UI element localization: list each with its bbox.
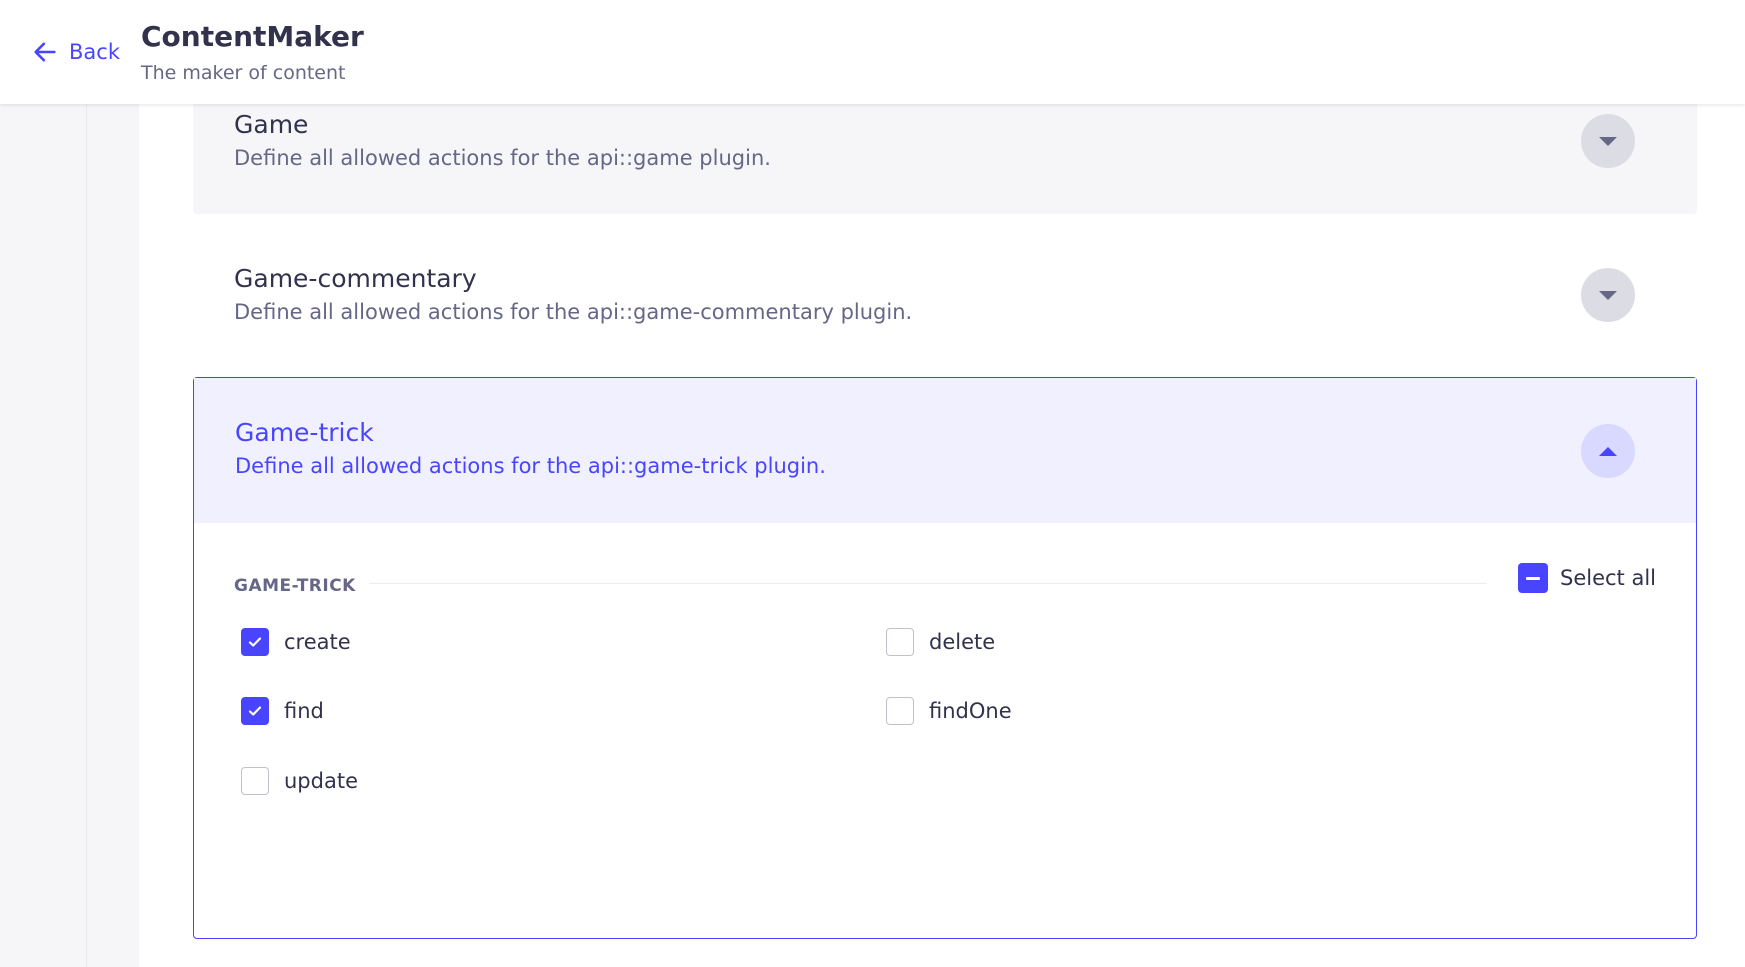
expand-toggle-button[interactable] [1581,268,1635,322]
accordion-header[interactable]: Game-trick Define all allowed actions fo… [194,378,1696,523]
checkbox-box [241,767,269,795]
accordion-game: Game Define all allowed actions for the … [193,96,1697,214]
accordion-description: Define all allowed actions for the api::… [234,300,913,324]
permission-label: find [284,699,324,723]
accordion-title: Game [234,110,309,139]
permission-label: create [284,630,351,654]
permission-update-checkbox[interactable]: update [241,767,358,795]
permission-delete-checkbox[interactable]: delete [886,628,995,656]
page-subtitle: The maker of content [141,62,346,84]
minus-icon [1518,563,1548,593]
checkmark-icon [241,628,269,656]
accordion-title: Game-commentary [234,264,477,293]
section-divider [369,583,1487,584]
arrow-left-icon [31,38,59,66]
select-all-checkbox[interactable]: Select all [1518,563,1656,593]
collapse-toggle-button[interactable] [1581,424,1635,478]
accordion-description: Define all allowed actions for the api::… [235,454,826,478]
page-title: ContentMaker [141,20,364,53]
caret-up-icon [1599,446,1617,456]
checkmark-icon [241,697,269,725]
accordion-title: Game-trick [235,418,374,447]
checkbox-box [886,628,914,656]
permission-label: delete [929,630,996,654]
caret-down-icon [1599,136,1617,146]
expand-toggle-button[interactable] [1581,114,1635,168]
back-button[interactable]: Back [31,38,120,66]
section-label: GAME-TRICK [234,576,356,596]
permission-label: update [284,769,358,793]
accordion-game-trick: Game-trick Define all allowed actions fo… [193,377,1697,939]
permission-find-checkbox[interactable]: find [241,697,324,725]
permission-create-checkbox[interactable]: create [241,628,351,656]
permission-label: findOne [929,699,1012,723]
select-all-label: Select all [1560,566,1656,590]
accordion-description: Define all allowed actions for the api::… [234,146,771,170]
permission-findone-checkbox[interactable]: findOne [886,697,1012,725]
page-header: Back ContentMaker The maker of content [0,0,1745,104]
caret-down-icon [1599,290,1617,300]
back-label: Back [69,40,120,64]
left-sidebar-strip [0,0,86,967]
checkbox-box [886,697,914,725]
accordion-game-commentary: Game-commentary Define all allowed actio… [193,240,1697,350]
